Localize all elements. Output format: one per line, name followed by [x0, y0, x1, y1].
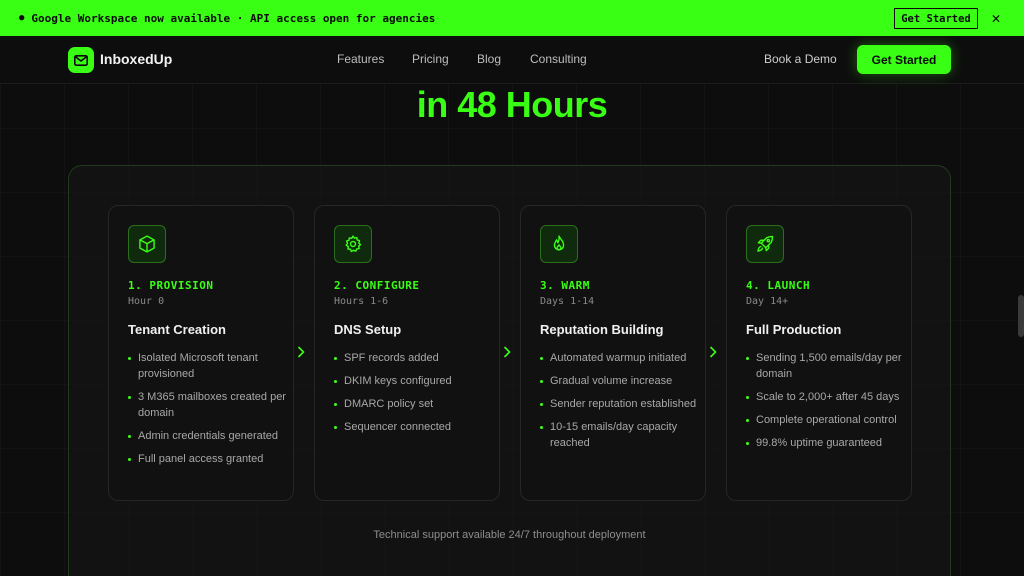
list-item: Isolated Microsoft tenant provisioned: [128, 350, 286, 382]
list-item: 3 M365 mailboxes created per domain: [128, 389, 286, 421]
step-title: DNS Setup: [334, 322, 402, 337]
step-items: Sending 1,500 emails/day per domain Scal…: [746, 350, 904, 458]
step-label: 1. PROVISION: [128, 279, 214, 292]
list-item: DMARC policy set: [334, 396, 492, 412]
hero-title: in 48 Hours: [416, 84, 608, 125]
nav-link-consulting[interactable]: Consulting: [530, 52, 587, 66]
step-time: Day 14+: [746, 296, 789, 307]
logo-mail-icon[interactable]: [68, 47, 94, 73]
gear-icon: [334, 225, 372, 263]
step-card-warm: 3. WARM Days 1-14 Reputation Building Au…: [520, 205, 706, 501]
step-title: Reputation Building: [540, 322, 664, 337]
support-note: Technical support available 24/7 through…: [373, 529, 646, 541]
announcement-text: Google Workspace now available · API acc…: [31, 11, 436, 25]
list-item: Sender reputation established: [540, 396, 698, 412]
list-item: Gradual volume increase: [540, 373, 698, 389]
step-time: Hours 1-6: [334, 296, 389, 307]
scrollbar-thumb[interactable]: [1018, 295, 1024, 337]
bullet-icon: ●: [19, 13, 25, 23]
chevron-right-icon: [502, 344, 512, 360]
nav-link-blog[interactable]: Blog: [477, 52, 501, 66]
step-title: Tenant Creation: [128, 322, 226, 337]
step-title: Full Production: [746, 322, 842, 337]
step-items: Automated warmup initiated Gradual volum…: [540, 350, 698, 458]
step-time: Days 1-14: [540, 296, 595, 307]
get-started-button[interactable]: Get Started: [857, 45, 951, 74]
list-item: Automated warmup initiated: [540, 350, 698, 366]
chevron-right-icon: [708, 344, 718, 360]
list-item: 10-15 emails/day capacity reached: [540, 419, 698, 451]
list-item: Sequencer connected: [334, 419, 492, 435]
list-item: Sending 1,500 emails/day per domain: [746, 350, 904, 382]
list-item: 99.8% uptime guaranteed: [746, 435, 904, 451]
step-time: Hour 0: [128, 296, 165, 307]
book-demo-link[interactable]: Book a Demo: [764, 52, 837, 66]
announcement-bar: ● Google Workspace now available · API a…: [0, 0, 1024, 36]
step-card-provision: 1. PROVISION Hour 0 Tenant Creation Isol…: [108, 205, 294, 501]
step-card-launch: 4. LAUNCH Day 14+ Full Production Sendin…: [726, 205, 912, 501]
nav-link-pricing[interactable]: Pricing: [412, 52, 449, 66]
cube-icon: [128, 225, 166, 263]
list-item: Full panel access granted: [128, 451, 286, 467]
step-items: Isolated Microsoft tenant provisioned 3 …: [128, 350, 286, 474]
step-card-configure: 2. CONFIGURE Hours 1-6 DNS Setup SPF rec…: [314, 205, 500, 501]
step-label: 3. WARM: [540, 279, 590, 292]
chevron-right-icon: [296, 344, 306, 360]
step-label: 2. CONFIGURE: [334, 279, 420, 292]
announcement-get-started-button[interactable]: Get Started: [894, 8, 978, 29]
close-icon[interactable]: ✕: [988, 9, 1004, 27]
list-item: Complete operational control: [746, 412, 904, 428]
list-item: DKIM keys configured: [334, 373, 492, 389]
top-nav: InboxedUp Features Pricing Blog Consulti…: [0, 36, 1024, 84]
list-item: Admin credentials generated: [128, 428, 286, 444]
rocket-icon: [746, 225, 784, 263]
brand-name[interactable]: InboxedUp: [100, 51, 172, 67]
list-item: Scale to 2,000+ after 45 days: [746, 389, 904, 405]
nav-link-features[interactable]: Features: [337, 52, 384, 66]
step-items: SPF records added DKIM keys configured D…: [334, 350, 492, 442]
step-label: 4. LAUNCH: [746, 279, 811, 292]
flame-icon: [540, 225, 578, 263]
list-item: SPF records added: [334, 350, 492, 366]
